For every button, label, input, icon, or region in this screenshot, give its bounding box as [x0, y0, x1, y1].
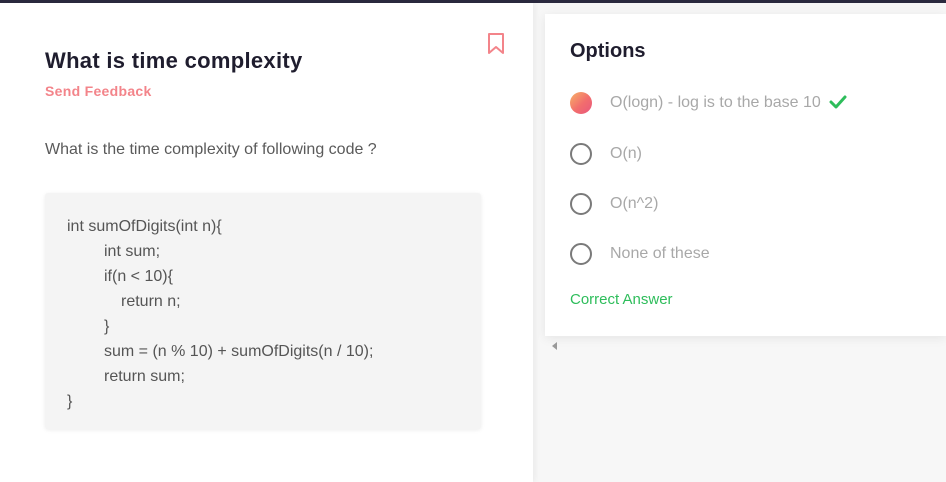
option-label: O(n) [610, 145, 642, 162]
code-line: return n; [121, 293, 181, 310]
chevron-left-icon[interactable] [552, 342, 557, 350]
question-title: What is time complexity [45, 48, 303, 73]
code-line: int sum; [104, 243, 161, 260]
code-block: int sumOfDigits(int n){ int sum; if(n < … [45, 193, 481, 429]
code-line: sum = (n % 10) + sumOfDigits(n / 10); [104, 343, 374, 360]
question-text: What is the time complexity of following… [45, 141, 377, 158]
radio-button[interactable] [570, 193, 592, 215]
option-label: None of these [610, 245, 710, 262]
options-card: Options O(logn) - log is to the base 10 … [545, 14, 946, 336]
radio-selected[interactable] [570, 92, 592, 114]
code-line: } [67, 393, 73, 410]
code-line: if(n < 10){ [104, 268, 173, 285]
question-panel: What is time complexity Send Feedback Wh… [0, 3, 533, 482]
option-item-4[interactable]: None of these [570, 243, 930, 267]
radio-button[interactable] [570, 243, 592, 265]
bookmark-icon[interactable] [486, 32, 506, 56]
correct-answer-label: Correct Answer [570, 291, 673, 308]
code-line: } [104, 318, 110, 335]
code-line: return sum; [104, 368, 185, 385]
check-icon [829, 95, 847, 109]
radio-button[interactable] [570, 143, 592, 165]
code-line: int sumOfDigits(int n){ [67, 218, 222, 235]
option-label: O(logn) - log is to the base 10 [610, 94, 821, 111]
option-label: O(n^2) [610, 195, 659, 212]
send-feedback-link[interactable]: Send Feedback [45, 83, 152, 99]
option-item-2[interactable]: O(n) [570, 143, 930, 167]
option-item-3[interactable]: O(n^2) [570, 193, 930, 217]
options-title: Options [570, 40, 646, 62]
option-item-1[interactable]: O(logn) - log is to the base 10 [570, 92, 930, 116]
